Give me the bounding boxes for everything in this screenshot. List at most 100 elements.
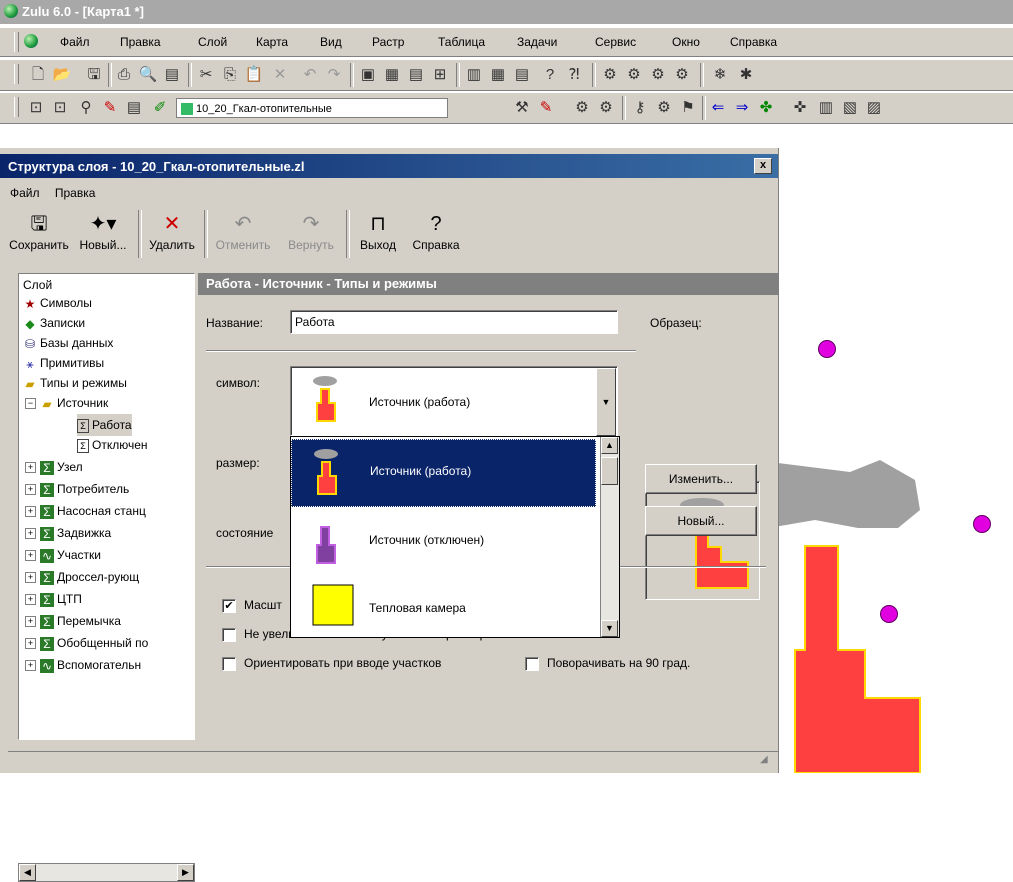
tool-c-icon[interactable]: ⚙: [572, 98, 592, 118]
new-symbol-button[interactable]: Новый...: [645, 506, 757, 536]
tool-h-icon[interactable]: ✜: [790, 98, 810, 118]
option-source-off[interactable]: Источник (отключен): [291, 509, 596, 577]
tree-item-jumper[interactable]: + Σ Перемычка: [25, 610, 121, 632]
tool-a-icon[interactable]: ⚒: [512, 98, 532, 118]
new-button[interactable]: ✦▾ Новый...: [72, 210, 134, 262]
tool5-icon[interactable]: ✱: [736, 65, 756, 85]
resize-grip-icon[interactable]: ◢: [760, 754, 768, 765]
dropdown-arrow-icon[interactable]: ▼: [596, 368, 616, 436]
option-source-work[interactable]: Источник (работа): [291, 439, 596, 507]
layer-brush-icon[interactable]: ✐: [150, 98, 170, 118]
orient-checkbox[interactable]: [222, 657, 236, 671]
tool3-icon[interactable]: ⚙: [648, 65, 668, 85]
expand-icon[interactable]: +: [25, 506, 36, 518]
tree-hscrollbar[interactable]: ◀ ▶: [18, 863, 195, 882]
expand-icon[interactable]: +: [25, 660, 36, 672]
layer-tree[interactable]: Слой ★ Символы ◆ Записки ⛁ Базы данных ⚹ При…: [18, 273, 195, 740]
menu-window[interactable]: Окно: [672, 35, 700, 49]
arrow-right-icon[interactable]: ⇒: [732, 98, 752, 118]
layer-combo[interactable]: 10_20_Гкал-отопительные: [176, 98, 448, 118]
tool-d-icon[interactable]: ⚙: [596, 98, 616, 118]
tree-item-types-modes[interactable]: ▰ Типы и режимы: [23, 372, 126, 394]
dialog-menu-file[interactable]: Файл: [10, 186, 40, 200]
expand-icon[interactable]: +: [25, 594, 36, 606]
layer-edit-icon[interactable]: ✎: [100, 98, 120, 118]
redo-button[interactable]: ↷ Вернуть: [280, 210, 342, 262]
tree-item-auxiliary[interactable]: + ∿ Вспомогательн: [25, 654, 141, 676]
key-icon[interactable]: ⚷: [630, 98, 650, 118]
open-icon[interactable]: 📂: [52, 65, 72, 85]
snowflake-icon[interactable]: ❄: [710, 65, 730, 85]
symbol-dropdown-list[interactable]: Источник (работа) Источник (отключен) Те…: [290, 436, 620, 638]
layer-list-icon[interactable]: ▤: [124, 98, 144, 118]
save-button[interactable]: 🖫 Сохранить: [8, 210, 70, 262]
map-node-3[interactable]: [880, 605, 898, 623]
expand-icon[interactable]: +: [25, 484, 36, 496]
option-heat-chamber[interactable]: Тепловая камера: [291, 577, 596, 637]
print-icon[interactable]: ⎙: [114, 65, 134, 85]
tree-item-ctp[interactable]: + Σ ЦТП: [25, 588, 82, 610]
tool1-icon[interactable]: ⚙: [600, 65, 620, 85]
menu-layer[interactable]: Слой: [198, 35, 227, 49]
tool-i-icon[interactable]: ▥: [816, 98, 836, 118]
page-setup-icon[interactable]: ▤: [162, 65, 182, 85]
menu-raster[interactable]: Растр: [372, 35, 404, 49]
paste-icon[interactable]: 📋: [244, 65, 264, 85]
tree-item-source[interactable]: − ▰ Источник: [25, 392, 108, 414]
cut-icon[interactable]: ✂: [196, 65, 216, 85]
context-help-icon[interactable]: ⁈: [564, 65, 584, 85]
expand-icon[interactable]: +: [25, 638, 36, 650]
frame-icon[interactable]: ⊞: [430, 65, 450, 85]
tool-g-icon[interactable]: ✤: [756, 98, 776, 118]
help-button[interactable]: ? Справка: [406, 210, 466, 262]
tree-item-consumer[interactable]: + Σ Потребитель: [25, 478, 129, 500]
tree-item-notes[interactable]: ◆ Записки: [23, 312, 85, 334]
dialog-menu-edit[interactable]: Правка: [55, 186, 96, 200]
scroll-down-icon[interactable]: ▼: [601, 620, 618, 637]
window2-icon[interactable]: ▦: [382, 65, 402, 85]
expand-icon[interactable]: +: [25, 550, 36, 562]
tree-item-node[interactable]: + Σ Узел: [25, 456, 83, 478]
table-icon[interactable]: ▥: [464, 65, 484, 85]
change-button[interactable]: Изменить...: [645, 464, 757, 494]
help-icon[interactable]: ?: [540, 65, 560, 85]
tree-item-work[interactable]: Σ Работа: [77, 414, 132, 436]
undo-button[interactable]: ↶ Отменить: [210, 210, 276, 262]
symbol-select[interactable]: Источник (работа) ▼: [290, 366, 618, 436]
tool-f-icon[interactable]: ⚑: [678, 98, 698, 118]
map-canvas[interactable]: [770, 150, 1013, 774]
tree-item-sections[interactable]: + ∿ Участки: [25, 544, 101, 566]
expand-icon[interactable]: +: [25, 462, 36, 474]
save-icon[interactable]: 🖫: [84, 65, 104, 85]
tool4-icon[interactable]: ⚙: [672, 65, 692, 85]
layer-add-icon[interactable]: ⊡: [26, 98, 46, 118]
scale-checkbox[interactable]: ✔: [222, 599, 236, 613]
menu-service[interactable]: Сервис: [595, 35, 636, 49]
new-icon[interactable]: 🗋: [28, 65, 48, 85]
tool-e-icon[interactable]: ⚙: [654, 98, 674, 118]
menu-help[interactable]: Справка: [730, 35, 777, 49]
delete-button[interactable]: ✕ Удалить: [144, 210, 200, 262]
table2-icon[interactable]: ▦: [488, 65, 508, 85]
tool-k-icon[interactable]: ▨: [864, 98, 884, 118]
layer-props-icon[interactable]: ⚲: [76, 98, 96, 118]
tree-item-generic[interactable]: + Σ Обобщенный по: [25, 632, 148, 654]
exit-button[interactable]: ⊓ Выход: [350, 210, 406, 262]
map-node-2[interactable]: [973, 515, 991, 533]
preview-icon[interactable]: 🔍: [138, 65, 158, 85]
menu-map[interactable]: Карта: [256, 35, 288, 49]
scroll-up-icon[interactable]: ▲: [601, 437, 618, 454]
tool-b-icon[interactable]: ✎: [536, 98, 556, 118]
dropdown-vscrollbar[interactable]: ▲ ▼: [600, 437, 619, 637]
delete-icon[interactable]: ✕: [270, 65, 290, 85]
window-icon[interactable]: ▣: [358, 65, 378, 85]
tree-item-primitives[interactable]: ⚹ Примитивы: [23, 352, 104, 374]
map-node-1[interactable]: [818, 340, 836, 358]
grid-icon[interactable]: ▤: [406, 65, 426, 85]
tree-item-valve[interactable]: + Σ Задвижка: [25, 522, 111, 544]
undo-icon[interactable]: ↶: [300, 65, 320, 85]
scroll-thumb[interactable]: [601, 457, 618, 485]
menu-tasks[interactable]: Задачи: [517, 35, 557, 49]
expand-icon[interactable]: +: [25, 616, 36, 628]
expand-icon[interactable]: +: [25, 572, 36, 584]
